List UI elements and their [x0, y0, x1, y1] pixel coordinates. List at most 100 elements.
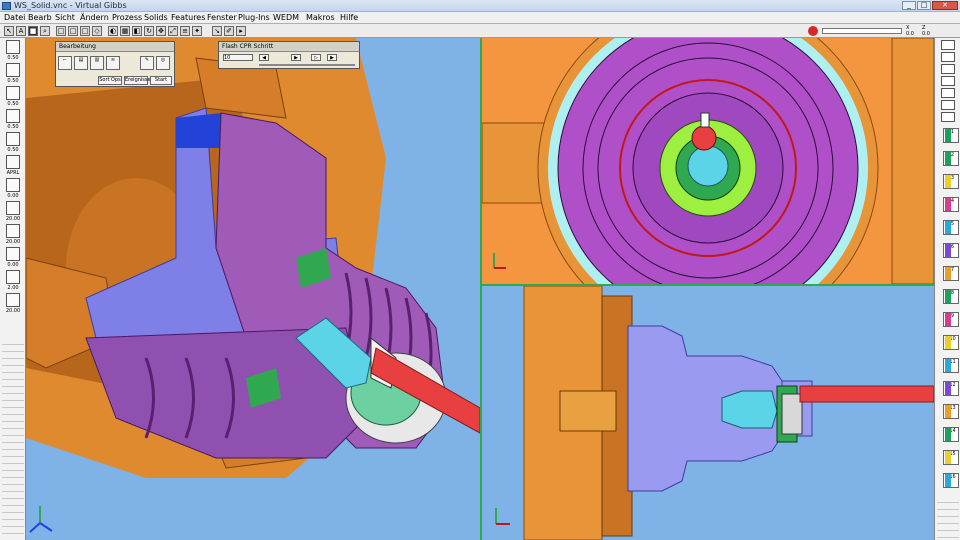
front-viewport[interactable] — [482, 38, 934, 284]
tool-button[interactable] — [6, 247, 20, 261]
section-icon[interactable]: ◧ — [132, 26, 142, 36]
tool-button[interactable] — [6, 293, 20, 307]
op-turn-icon[interactable]: ▤ — [74, 56, 88, 70]
text-tool-icon[interactable]: A — [16, 26, 26, 36]
solid-view-icon[interactable]: ■ — [28, 26, 38, 36]
turret-tool-icon[interactable] — [941, 40, 955, 50]
turret-slot[interactable]: T10 — [943, 335, 959, 350]
layers-icon[interactable]: ≡ — [180, 26, 190, 36]
turret-tool-icon[interactable] — [941, 112, 955, 122]
menu-hilfe[interactable]: Hilfe — [340, 13, 358, 22]
tool-label: 0.00 — [7, 193, 19, 199]
tool-button[interactable] — [6, 224, 20, 238]
turret-slot[interactable]: T6 — [943, 243, 959, 258]
menu-solids[interactable]: Solids — [144, 13, 168, 22]
turret-slot[interactable]: T4 — [943, 197, 959, 212]
turret-slot[interactable]: T9 — [943, 312, 959, 327]
turret-slot[interactable]: T15 — [943, 450, 959, 465]
op-tool-icon[interactable]: ✎ — [140, 56, 154, 70]
side-viewport[interactable] — [482, 286, 934, 540]
tool-button[interactable] — [6, 132, 20, 146]
menu-fenster[interactable]: Fenster — [207, 13, 237, 22]
view-top-icon[interactable]: □ — [68, 26, 78, 36]
wireframe-icon[interactable]: ▦ — [120, 26, 130, 36]
select-tool-icon[interactable]: ↖ — [4, 26, 14, 36]
side-scene — [495, 286, 934, 540]
tool-button[interactable] — [6, 270, 20, 284]
menu-makros[interactable]: Makros — [306, 13, 335, 22]
turret-slot[interactable]: T3 — [943, 174, 959, 189]
turret-tool-icon[interactable] — [941, 64, 955, 74]
menu-datei[interactable]: Datei — [4, 13, 25, 22]
stop-icon[interactable] — [808, 26, 818, 36]
tool-label: 0.50 — [7, 147, 19, 153]
op-render-icon[interactable]: ◎ — [156, 56, 170, 70]
menu-sicht[interactable]: Sicht — [55, 13, 75, 22]
toolpath-icon[interactable]: ✐ — [224, 26, 234, 36]
render-icon[interactable]: ✦ — [192, 26, 202, 36]
rotate-icon[interactable]: ↻ — [144, 26, 154, 36]
tool-label: 20.00 — [5, 308, 21, 314]
play-icon[interactable]: ▷ — [311, 54, 321, 61]
slot-color — [945, 244, 951, 257]
tool-button[interactable] — [6, 201, 20, 215]
tool-button[interactable] — [6, 40, 20, 54]
tool-list-scroll[interactable] — [2, 338, 24, 536]
turret-slot[interactable]: T2 — [943, 151, 959, 166]
turret-tool-icon[interactable] — [941, 100, 955, 110]
view-front-icon[interactable]: □ — [56, 26, 66, 36]
turret-tool-icon[interactable] — [941, 52, 955, 62]
turret-slot[interactable]: T5 — [943, 220, 959, 235]
turret-slot[interactable]: T16 — [943, 473, 959, 488]
turret-slot[interactable]: T12 — [943, 381, 959, 396]
start-button[interactable]: Start — [150, 76, 172, 85]
turret-scroll[interactable] — [937, 496, 959, 538]
speed-slider[interactable] — [259, 64, 355, 66]
step-value-field[interactable]: 10 — [223, 54, 253, 61]
palette-flash-cpr: Flash CPR Schritt 10 ◀ ▶ ▷ ▶ — [218, 41, 360, 69]
tool-button[interactable] — [6, 109, 20, 123]
events-button[interactable]: Ereignisse — [124, 76, 151, 85]
turret-slot[interactable]: T13 — [943, 404, 959, 419]
turret-slot[interactable]: T11 — [943, 358, 959, 373]
tool-button[interactable] — [6, 178, 20, 192]
menu-bearb[interactable]: Bearb — [28, 13, 52, 22]
tool-button[interactable] — [6, 63, 20, 77]
turret-slot[interactable]: T8 — [943, 289, 959, 304]
step-forward-icon[interactable]: ▶ — [327, 54, 337, 61]
view-iso-icon[interactable]: ◇ — [92, 26, 102, 36]
pan-icon[interactable]: ✥ — [156, 26, 166, 36]
play-pause-icon[interactable]: ▶ — [291, 54, 301, 61]
main-scene — [26, 38, 480, 533]
close-button[interactable]: ✕ — [932, 1, 958, 10]
step-back-icon[interactable]: ◀ — [259, 54, 269, 61]
turret-slot[interactable]: T1 — [943, 128, 959, 143]
menu-features[interactable]: Features — [171, 13, 205, 22]
menu-wedm[interactable]: WEDM — [273, 13, 299, 22]
view-side-icon[interactable]: □ — [80, 26, 90, 36]
turret-tool-icon[interactable] — [941, 88, 955, 98]
op-face-icon[interactable]: ⌐ — [58, 56, 72, 70]
shade-icon[interactable]: ◐ — [108, 26, 118, 36]
boring-bar-side — [721, 390, 778, 429]
measure-icon[interactable]: ↘ — [212, 26, 222, 36]
fit-icon[interactable]: ⤢ — [168, 26, 178, 36]
main-3d-viewport[interactable] — [26, 38, 480, 540]
op-thread-icon[interactable]: ≋ — [106, 56, 120, 70]
zoom-icon[interactable]: ⌕ — [40, 26, 50, 36]
x-value: 0.0 — [906, 31, 914, 37]
sort-ops-button[interactable]: Sort Ops — [98, 76, 122, 85]
tool-button[interactable] — [6, 155, 20, 169]
simulate-icon[interactable]: ▸ — [236, 26, 246, 36]
menu-bar: Datei Bearb Sicht Ändern Prozess Solids … — [0, 12, 960, 24]
menu-aendern[interactable]: Ändern — [80, 13, 109, 22]
menu-plugins[interactable]: Plug-Ins — [238, 13, 270, 22]
turret-slot[interactable]: T7 — [943, 266, 959, 281]
menu-prozess[interactable]: Prozess — [112, 13, 142, 22]
maximize-button[interactable]: □ — [917, 1, 931, 10]
minimize-button[interactable]: _ — [902, 1, 916, 10]
turret-tool-icon[interactable] — [941, 76, 955, 86]
turret-slot[interactable]: T14 — [943, 427, 959, 442]
op-bore-icon[interactable]: ▥ — [90, 56, 104, 70]
tool-button[interactable] — [6, 86, 20, 100]
